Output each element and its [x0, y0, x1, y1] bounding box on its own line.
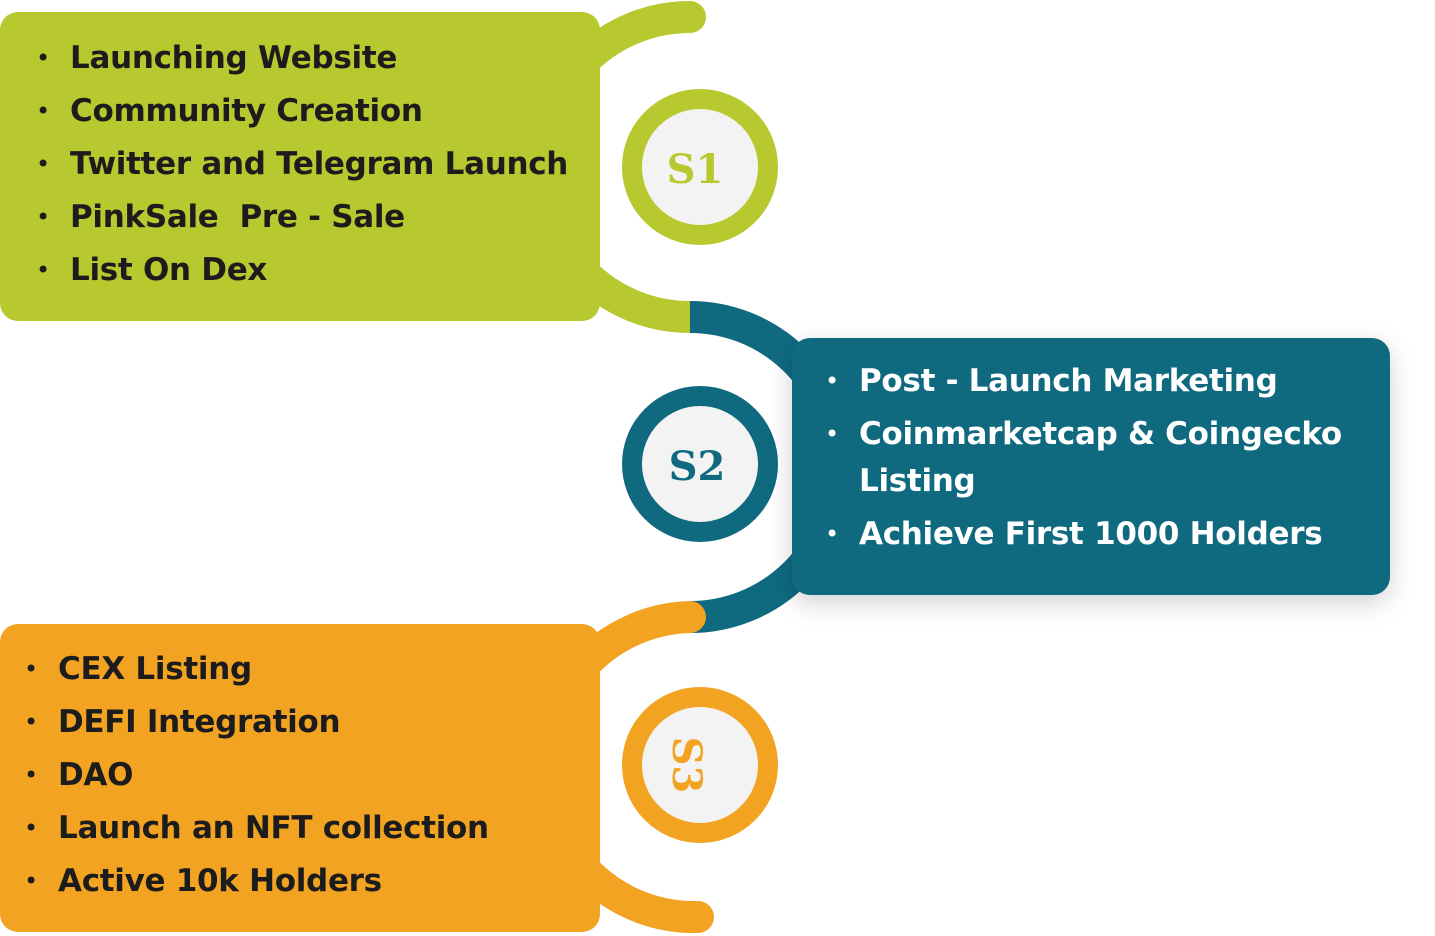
stage-3-card: CEX Listing DEFI Integration DAO Launch … [0, 624, 600, 932]
stage-1-badge: S1 [622, 89, 778, 245]
list-item: DEFI Integration [24, 696, 489, 749]
stage-1-item-list: Launching Website Community Creation Twi… [36, 32, 568, 297]
list-item: List On Dex [36, 244, 568, 297]
stage-2-item-list: Post - Launch Marketing Coinmarketcap & … [825, 358, 1359, 564]
list-item: Community Creation [36, 85, 568, 138]
list-item: CEX Listing [24, 643, 489, 696]
stage-2-badge: S2 [622, 386, 778, 542]
stage-2-badge-label: S2 [669, 443, 726, 490]
list-item: Post - Launch Marketing [825, 358, 1359, 405]
list-item: Launching Website [36, 32, 568, 85]
list-item: Active 10k Holders [24, 855, 489, 908]
list-item: Twitter and Telegram Launch [36, 138, 568, 191]
list-item: Launch an NFT collection [24, 802, 489, 855]
stage-2-card: Post - Launch Marketing Coinmarketcap & … [792, 338, 1390, 595]
list-item: Coinmarketcap & Coingecko Listing [825, 411, 1359, 505]
stage-3-badge: S3 [622, 687, 778, 843]
stage-3-item-list: CEX Listing DEFI Integration DAO Launch … [24, 643, 489, 908]
stage-3-badge-label: S3 [663, 737, 710, 794]
stage-1-card: Launching Website Community Creation Twi… [0, 12, 600, 321]
stage-1-badge-label: S1 [667, 146, 724, 193]
list-item: Achieve First 1000 Holders [825, 511, 1359, 558]
list-item: PinkSale Pre - Sale [36, 191, 568, 244]
list-item: DAO [24, 749, 489, 802]
